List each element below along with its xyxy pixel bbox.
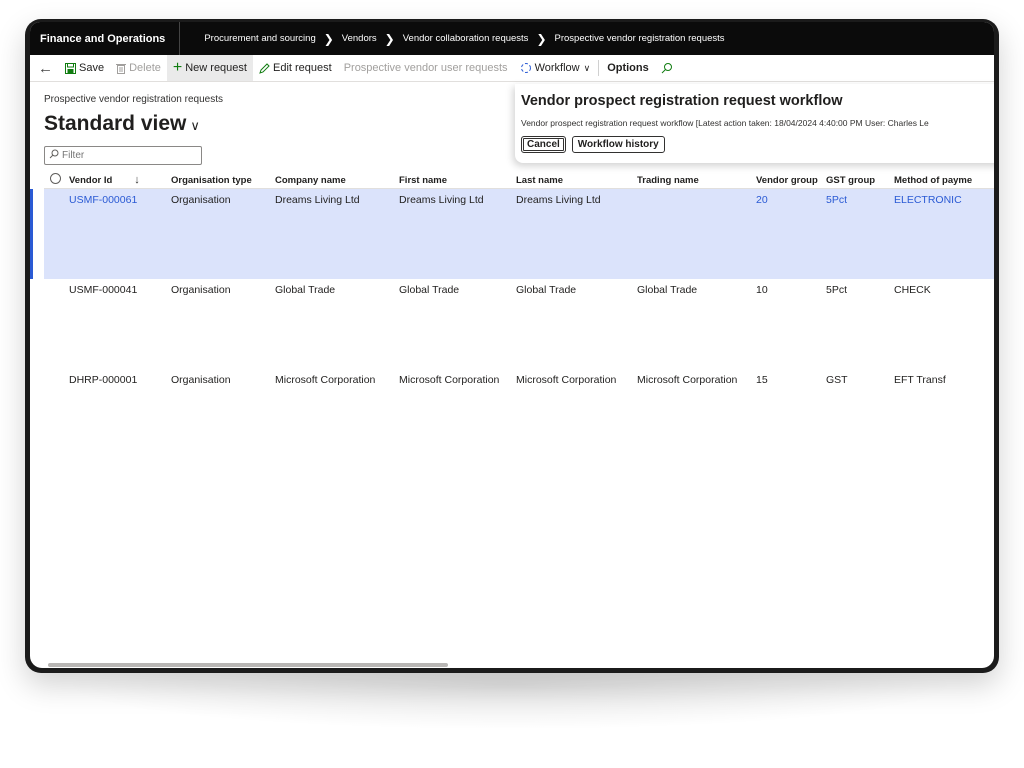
table-cell: Organisation [171, 284, 231, 296]
view-selector[interactable]: Standard view ∨ [44, 112, 200, 136]
chevron-right-icon: ❯ [323, 31, 334, 46]
new-request-label: New request [185, 62, 247, 74]
workflow-panel-description: Vendor prospect registration request wor… [521, 118, 929, 128]
chevron-right-icon: ❯ [536, 31, 547, 46]
table-cell: Global Trade [516, 284, 577, 296]
column-header-vendor-group[interactable]: Vendor group [756, 175, 826, 186]
search-icon [49, 149, 59, 162]
column-header-gst-group[interactable]: GST group [826, 175, 894, 186]
options-tab[interactable]: Options [601, 55, 655, 81]
chevron-down-icon: ∨ [583, 62, 591, 73]
table-cell: Global Trade [637, 284, 698, 296]
breadcrumb-item[interactable]: Procurement and sourcing [204, 33, 315, 44]
table-cell: Global Trade [399, 284, 460, 296]
column-header-vendor-id[interactable]: Vendor Id ↓ [69, 174, 171, 186]
back-arrow-icon[interactable]: ← [30, 55, 59, 81]
save-label: Save [79, 62, 105, 74]
table-cell: Dreams Living Ltd [399, 194, 484, 206]
view-name: Standard view [44, 112, 187, 135]
workflow-icon [520, 62, 532, 74]
app-title[interactable]: Finance and Operations [30, 22, 181, 55]
row-select-cell [44, 189, 69, 194]
cancel-workflow-button[interactable]: Cancel [521, 136, 566, 153]
table-cell: EFT Transf [894, 374, 946, 386]
table-cell: Dreams Living Ltd [516, 194, 601, 206]
workflow-label: Workflow [534, 62, 580, 74]
top-navbar: Finance and Operations Procurement and s… [30, 22, 994, 55]
table-cell: Global Trade [275, 284, 336, 296]
select-all-radio[interactable] [50, 173, 61, 184]
table-cell: Organisation [171, 194, 231, 206]
trash-icon [116, 63, 127, 74]
delete-button[interactable]: Delete [110, 55, 167, 81]
vendor-id-link[interactable]: USMF-000041 [69, 279, 171, 296]
save-button[interactable]: Save [59, 55, 110, 81]
pencil-icon [259, 62, 270, 74]
column-header-trading-name[interactable]: Trading name [637, 175, 756, 186]
plus-icon: + [172, 59, 183, 76]
table-row[interactable]: DHRP-000001 Organisation Microsoft Corpo… [44, 369, 994, 459]
table-cell[interactable]: 5Pct [826, 189, 894, 206]
table-cell: 10 [756, 284, 768, 296]
workflow-panel: Vendor prospect registration request wor… [515, 84, 994, 163]
table-row[interactable]: USMF-000061 Organisation Dreams Living L… [30, 189, 994, 279]
table-cell [637, 189, 756, 194]
column-header-method-of-payment[interactable]: Method of payme [894, 175, 994, 186]
search-icon[interactable] [655, 55, 679, 81]
page-caption: Prospective vendor registration requests [44, 94, 223, 105]
table-cell: Microsoft Corporation [275, 374, 376, 386]
table-cell: 15 [756, 374, 768, 386]
vendor-id-link[interactable]: DHRP-000001 [69, 369, 171, 386]
breadcrumb-item[interactable]: Vendor collaboration requests [403, 33, 529, 44]
divider [598, 60, 600, 76]
breadcrumb-item[interactable]: Prospective vendor registration requests [555, 33, 725, 44]
column-header-organisation-type[interactable]: Organisation type [171, 175, 275, 186]
table-cell: 5Pct [826, 284, 848, 296]
workflow-history-button[interactable]: Workflow history [571, 136, 665, 153]
delete-label: Delete [129, 62, 161, 74]
table-row[interactable]: USMF-000041 Organisation Global Trade Gl… [44, 279, 994, 369]
breadcrumb: Procurement and sourcing ❯ Vendors ❯ Ven… [180, 32, 724, 46]
edit-request-button[interactable]: Edit request [253, 55, 338, 81]
table-cell: Organisation [171, 374, 231, 386]
column-header-last-name[interactable]: Last name [516, 175, 637, 186]
table-cell: CHECK [894, 284, 931, 296]
sort-down-icon: ↓ [134, 174, 140, 186]
row-select-cell[interactable] [44, 279, 69, 284]
vendor-requests-grid: Vendor Id ↓ Organisation type Company nam… [30, 172, 994, 459]
table-cell: GST [826, 374, 848, 386]
workflow-panel-title: Vendor prospect registration request wor… [521, 93, 843, 109]
table-cell[interactable]: ELECTRONIC [894, 189, 994, 206]
filter-field[interactable] [44, 146, 202, 165]
action-pane: ← Save Delete + New request Edit request… [30, 55, 994, 82]
filter-input[interactable] [62, 150, 192, 161]
new-request-button[interactable]: + New request [166, 55, 253, 81]
horizontal-scrollbar[interactable] [48, 663, 448, 667]
chevron-down-icon: ∨ [190, 118, 200, 133]
breadcrumb-item[interactable]: Vendors [342, 33, 377, 44]
vendor-id-link[interactable]: USMF-000061 [69, 189, 171, 206]
grid-header: Vendor Id ↓ Organisation type Company nam… [44, 172, 994, 189]
table-cell: Microsoft Corporation [637, 374, 738, 386]
save-icon [65, 62, 76, 74]
prospective-user-requests-button[interactable]: Prospective vendor user requests [338, 55, 514, 81]
column-header-first-name[interactable]: First name [399, 175, 516, 186]
table-cell: Dreams Living Ltd [275, 194, 360, 206]
row-select-cell[interactable] [44, 369, 69, 374]
chevron-right-icon: ❯ [384, 31, 395, 46]
table-cell[interactable]: 20 [756, 189, 826, 206]
table-cell: Microsoft Corporation [399, 374, 500, 386]
edit-request-label: Edit request [272, 62, 332, 74]
workflow-menu-button[interactable]: Workflow ∨ [514, 55, 597, 81]
column-header-company-name[interactable]: Company name [275, 175, 399, 186]
app-window: Finance and Operations Procurement and s… [30, 22, 994, 668]
select-all-cell [44, 173, 69, 187]
table-cell: Microsoft Corporation [516, 374, 617, 386]
workflow-panel-actions: Cancel Workflow history [521, 136, 994, 153]
